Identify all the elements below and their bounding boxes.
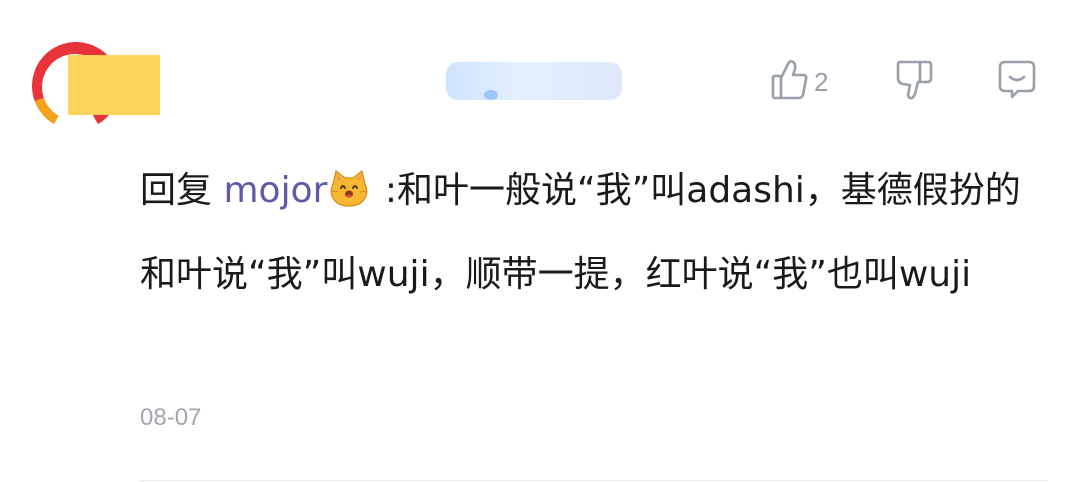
avatar-redaction [68,55,160,115]
cat-emoji-icon [329,158,369,236]
reply-bubble-icon [996,58,1038,106]
thumbs-down-icon [894,58,934,106]
reply-prefix: 回复 [140,170,213,211]
mention-link[interactable]: mojor [223,170,327,211]
like-button[interactable]: 2 [770,60,828,104]
dislike-button[interactable] [894,60,934,104]
comment-actions: 2 [770,60,1040,106]
reply-button[interactable] [996,60,1038,104]
username-redaction[interactable] [446,62,622,100]
username-redaction-dot [484,90,498,100]
comment-text: 回复 mojor :和叶一般说“我”叫adashi，基德假扮的和叶说“我”叫wu… [140,152,1040,314]
thumbs-up-icon [770,58,810,106]
comment-date: 08-07 [140,404,202,431]
avatar[interactable] [30,42,160,132]
like-count: 2 [814,66,829,97]
divider [140,480,1048,481]
